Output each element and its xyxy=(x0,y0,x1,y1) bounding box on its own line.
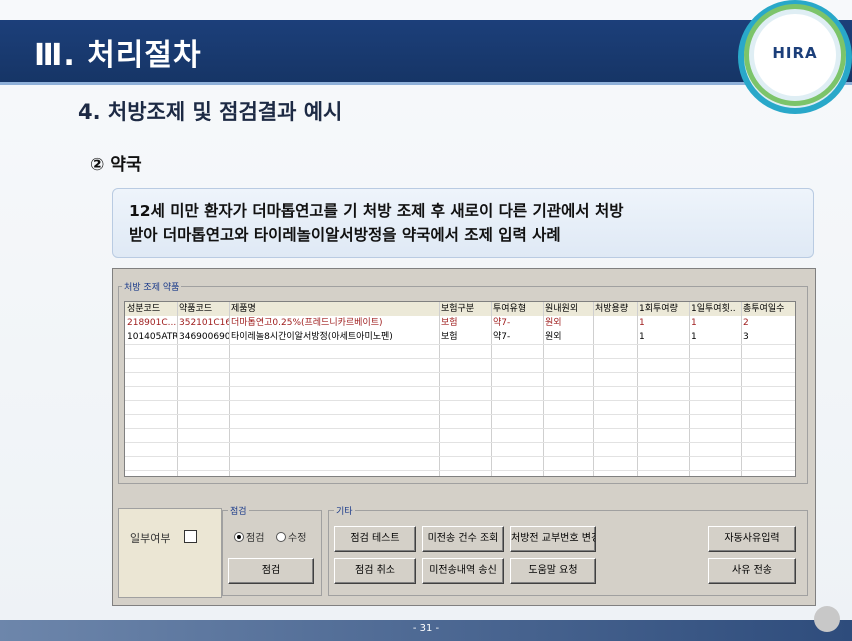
cell: 1 xyxy=(691,332,697,342)
grid-line xyxy=(543,302,544,476)
cell: 원외 xyxy=(545,332,562,342)
grid-line xyxy=(637,302,638,476)
callout-line-1: 12세 미만 환자가 더마톱연고를 기 처방 조제 후 새로이 다른 기관에서 … xyxy=(129,202,624,220)
grid-line xyxy=(177,302,178,476)
slide-subsection: ② 약국 xyxy=(90,155,142,175)
partial-label: 일부여부 xyxy=(130,532,171,545)
grid-line xyxy=(125,344,795,345)
header-underline xyxy=(0,82,852,85)
cell: 218901C... xyxy=(127,318,177,328)
etc-group-label: 기타 xyxy=(334,504,355,517)
cell: 보험 xyxy=(441,318,458,328)
grid-line xyxy=(593,302,594,476)
radio-edit-label: 수정 xyxy=(288,533,307,544)
radio-edit[interactable] xyxy=(276,532,286,542)
grid-line xyxy=(125,414,795,415)
cell: 약7- xyxy=(493,318,511,328)
slide-subtitle: 4. 처방조제 및 점검결과 예시 xyxy=(78,100,343,124)
table-row[interactable]: 218901C... 352101C16 더마톱연고0.25%(프레드니카르베이… xyxy=(125,316,795,330)
cell xyxy=(593,316,637,330)
cell: 원외 xyxy=(545,318,562,328)
check-test-button[interactable]: 점검 테스트 xyxy=(334,526,416,552)
cell: 1 xyxy=(639,332,645,342)
page-number: - 31 - xyxy=(412,623,440,634)
grid-line xyxy=(125,456,795,457)
grid-line xyxy=(741,302,742,476)
check-group-label: 점검 xyxy=(228,504,249,517)
section-title: Ⅲ. 처리절차 xyxy=(34,38,202,73)
radio-check-label: 점검 xyxy=(246,533,265,544)
cell: 101405ATR xyxy=(127,332,177,342)
table-header: 성분코드 약품코드 제품명 보험구분 투여유형 원내원외 처방용량 1회투여량 … xyxy=(125,302,795,317)
grid-line xyxy=(491,302,492,476)
pending-send-button[interactable]: 미전송내역 송신 xyxy=(422,558,504,584)
description-callout: 12세 미만 환자가 더마톱연고를 기 처방 조제 후 새로이 다른 기관에서 … xyxy=(112,188,814,258)
grid-line xyxy=(125,400,795,401)
auto-reason-button[interactable]: 자동사유입력 xyxy=(708,526,796,552)
grid-line xyxy=(125,470,795,471)
radio-check[interactable] xyxy=(234,532,244,542)
corner-decoration xyxy=(814,606,840,632)
cell xyxy=(593,330,637,344)
cell: 약7- xyxy=(493,332,511,342)
grid-line xyxy=(229,302,230,476)
change-rx-id-button[interactable]: 처방전 교부번호 변경신 xyxy=(510,526,596,552)
col-header[interactable]: 제품명 xyxy=(229,302,439,316)
grid-line xyxy=(125,358,795,359)
prescription-group-label: 처방 조제 약품 xyxy=(122,280,182,293)
grid-line xyxy=(125,386,795,387)
col-header[interactable]: 약품코드 xyxy=(177,302,229,316)
help-request-button[interactable]: 도움말 요청 xyxy=(510,558,596,584)
grid-line xyxy=(125,442,795,443)
col-header[interactable]: 1일투여횟.. xyxy=(689,302,741,316)
table-row[interactable]: 101405ATR 346900690 타이레놀8시간이알서방정(아세트아미노펜… xyxy=(125,330,795,344)
grid-line xyxy=(125,372,795,373)
partial-checkbox[interactable] xyxy=(184,530,197,543)
col-header[interactable]: 성분코드 xyxy=(125,302,177,316)
cell: 타이레놀8시간이알서방정(아세트아미노펜) xyxy=(231,332,393,342)
col-header[interactable]: 1회투여량 xyxy=(637,302,689,316)
hira-logo: HIRA xyxy=(772,44,818,62)
col-header[interactable]: 투여유형 xyxy=(491,302,543,316)
check-cancel-button[interactable]: 점검 취소 xyxy=(334,558,416,584)
col-header[interactable]: 처방용량 xyxy=(593,302,637,316)
pending-count-button[interactable]: 미전송 건수 조회 xyxy=(422,526,504,552)
callout-line-2: 받아 더마톱연고와 타이레놀이알서방정을 약국에서 조제 입력 사례 xyxy=(129,226,561,244)
col-header[interactable]: 총투여일수 xyxy=(741,302,795,316)
col-header[interactable]: 원내원외 xyxy=(543,302,593,316)
grid-line xyxy=(689,302,690,476)
cell: 2 xyxy=(743,318,749,328)
reason-send-button[interactable]: 사유 전송 xyxy=(708,558,796,584)
cell: 1 xyxy=(691,318,697,328)
grid-line xyxy=(125,428,795,429)
cell: 3 xyxy=(743,332,749,342)
cell: 352101C16 xyxy=(179,318,229,328)
cell: 1 xyxy=(639,318,645,328)
cell: 더마톱연고0.25%(프레드니카르베이트) xyxy=(231,318,383,328)
check-button[interactable]: 점검 xyxy=(228,558,314,584)
col-header[interactable]: 보험구분 xyxy=(439,302,491,316)
grid-line xyxy=(439,302,440,476)
cell: 보험 xyxy=(441,332,458,342)
partial-panel xyxy=(118,508,222,598)
drug-table[interactable]: 성분코드 약품코드 제품명 보험구분 투여유형 원내원외 처방용량 1회투여량 … xyxy=(124,301,796,477)
cell: 346900690 xyxy=(179,332,229,342)
